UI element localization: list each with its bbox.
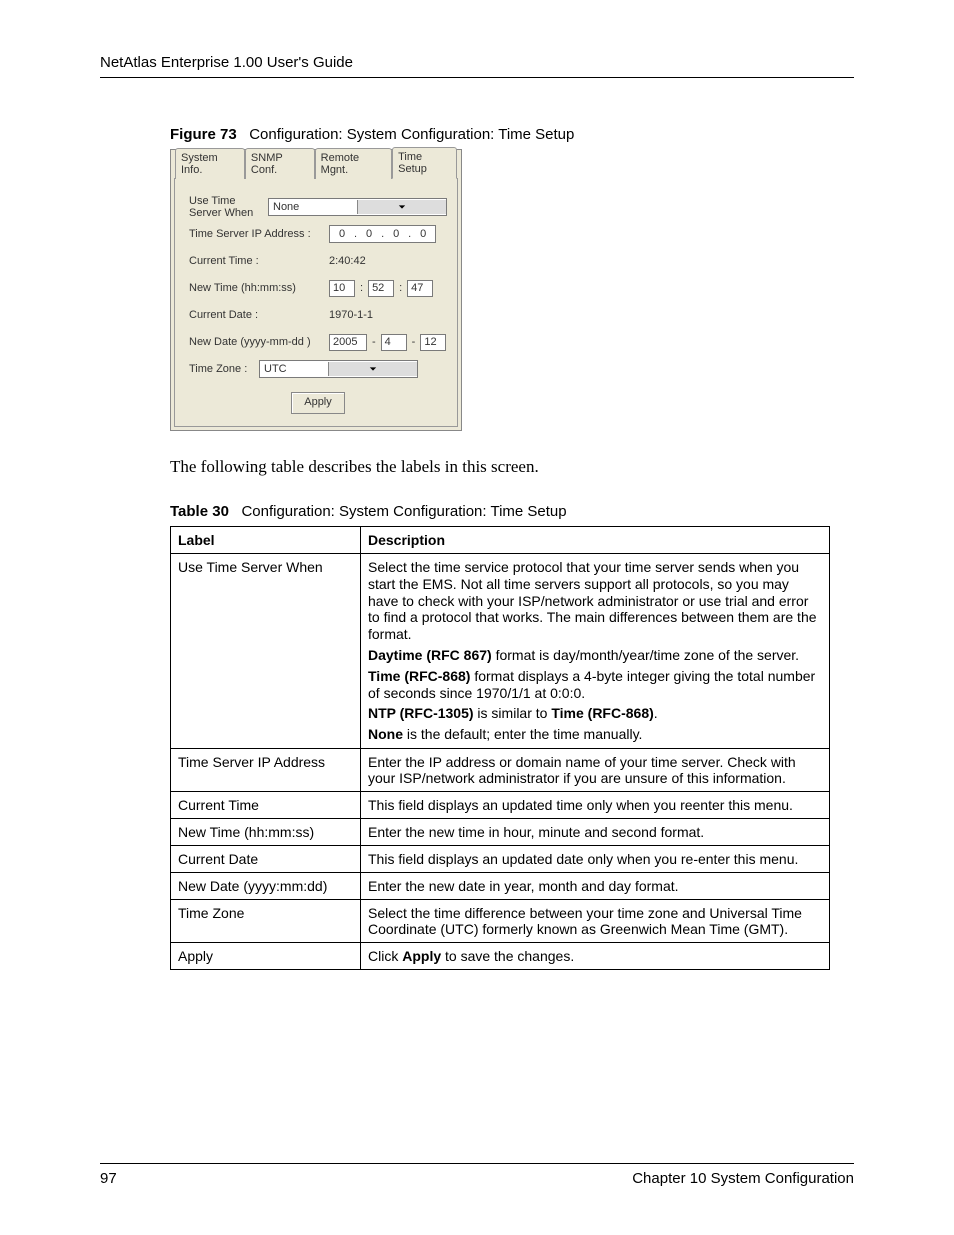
description-table: Label Description Use Time Server When S… [170,526,830,970]
use-time-server-label: Use Time Server When [189,195,268,219]
chapter-title: Chapter 10 System Configuration [632,1170,854,1187]
table-number: Table 30 [170,503,229,520]
tab-time-setup[interactable]: Time Setup [392,147,457,179]
figure-number: Figure 73 [170,126,237,143]
cell-description: Enter the new date in year, month and da… [361,872,830,899]
new-time-hour[interactable]: 10 [329,280,355,297]
figure-title: Configuration: System Configuration: Tim… [249,126,574,143]
cell-description: This field displays an updated date only… [361,845,830,872]
table-header-description: Description [361,527,830,554]
current-time-value: 2:40:42 [329,255,366,267]
page-number: 97 [100,1170,117,1187]
table-row: Current Date This field displays an upda… [171,845,830,872]
intro-text: The following table describes the labels… [170,457,854,477]
tab-system-info[interactable]: System Info. [175,148,245,179]
cell-label: Current Time [171,791,361,818]
ip-octet-1[interactable]: 0 [332,228,352,240]
use-time-server-value: None [269,201,357,213]
chevron-down-icon [357,200,446,214]
cell-label: Time Server IP Address [171,748,361,791]
table-row: Time Server IP Address Enter the IP addr… [171,748,830,791]
page-footer: 97 Chapter 10 System Configuration [100,1163,854,1187]
new-time-label: New Time (hh:mm:ss) [189,282,329,294]
ip-octet-3[interactable]: 0 [386,228,406,240]
tab-remote-mgnt[interactable]: Remote Mgnt. [315,148,392,179]
cell-description: Enter the new time in hour, minute and s… [361,818,830,845]
table-row: New Time (hh:mm:ss) Enter the new time i… [171,818,830,845]
current-date-label: Current Date : [189,309,329,321]
cell-label: New Date (yyyy:mm:dd) [171,872,361,899]
cell-label: Apply [171,942,361,969]
use-time-server-select[interactable]: None [268,198,447,216]
cell-description: Click Apply to save the changes. [361,942,830,969]
table-row: Apply Click Apply to save the changes. [171,942,830,969]
chevron-down-icon [328,362,417,376]
table-caption: Table 30 Configuration: System Configura… [170,503,854,520]
new-date-month[interactable]: 4 [381,334,407,351]
table-title: Configuration: System Configuration: Tim… [241,503,566,520]
colon-separator: : [394,282,407,294]
cell-label: New Time (hh:mm:ss) [171,818,361,845]
current-time-label: Current Time : [189,255,329,267]
cell-description: Enter the IP address or domain name of y… [361,748,830,791]
current-date-value: 1970-1-1 [329,309,373,321]
table-header-label: Label [171,527,361,554]
table-row: New Date (yyyy:mm:dd) Enter the new date… [171,872,830,899]
table-row: Use Time Server When Select the time ser… [171,554,830,749]
new-date-day[interactable]: 12 [420,334,446,351]
ip-octet-2[interactable]: 0 [359,228,379,240]
ip-address-input[interactable]: 0. 0. 0. 0 [329,225,436,243]
ip-octet-4[interactable]: 0 [413,228,433,240]
apply-button[interactable]: Apply [291,392,345,414]
table-row: Time Zone Select the time difference bet… [171,899,830,942]
tab-bar: System Info. SNMP Conf. Remote Mgnt. Tim… [171,150,461,178]
table-row: Current Time This field displays an upda… [171,791,830,818]
tab-body: Use Time Server When None Time Server IP… [174,178,458,427]
tab-snmp-conf[interactable]: SNMP Conf. [245,148,315,179]
timezone-value: UTC [260,363,328,375]
new-time-minute[interactable]: 52 [368,280,394,297]
cell-label: Current Date [171,845,361,872]
cell-label: Use Time Server When [171,554,361,749]
new-time-second[interactable]: 47 [407,280,433,297]
cell-description: This field displays an updated time only… [361,791,830,818]
dash-separator: - [407,336,421,348]
running-header: NetAtlas Enterprise 1.00 User's Guide [100,54,854,78]
timezone-label: Time Zone : [189,363,259,375]
new-date-label: New Date (yyyy-mm-dd ) [189,336,329,348]
figure-caption: Figure 73 Configuration: System Configur… [170,126,854,143]
dash-separator: - [367,336,381,348]
timezone-select[interactable]: UTC [259,360,418,378]
cell-description: Select the time service protocol that yo… [361,554,830,749]
cell-description: Select the time difference between your … [361,899,830,942]
time-setup-screenshot: System Info. SNMP Conf. Remote Mgnt. Tim… [170,149,462,431]
colon-separator: : [355,282,368,294]
cell-label: Time Zone [171,899,361,942]
page: NetAtlas Enterprise 1.00 User's Guide Fi… [0,0,954,1235]
new-date-year[interactable]: 2005 [329,334,367,351]
ip-address-label: Time Server IP Address : [189,228,329,240]
